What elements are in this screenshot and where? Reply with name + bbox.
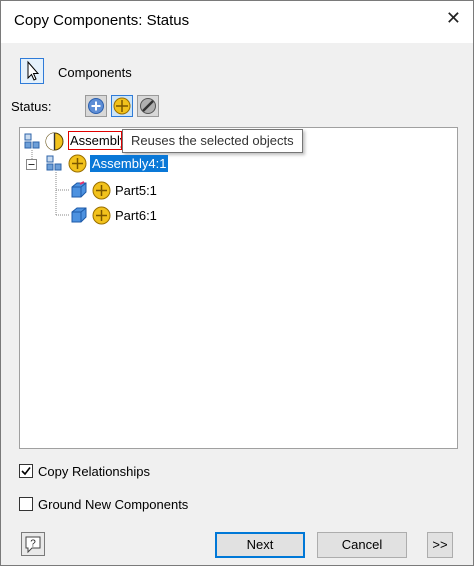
- copy-relationships-checkbox[interactable]: [19, 464, 33, 478]
- select-components-button[interactable]: [20, 58, 44, 84]
- expand-button[interactable]: >>: [427, 532, 453, 558]
- exclude-status-icon: [137, 95, 159, 117]
- minus-box-icon: [26, 159, 37, 170]
- add-status-icon: [85, 95, 107, 117]
- tree-node-assembly[interactable]: Assembly4:1: [90, 155, 169, 172]
- copy-relationships-label[interactable]: Copy Relationships: [38, 464, 150, 479]
- reuse-status-icon[interactable]: [68, 154, 87, 178]
- cancel-button[interactable]: Cancel: [317, 532, 407, 558]
- copy-components-dialog: Copy Components: Status ✕ Components Sta…: [0, 0, 474, 566]
- status-exclude-button[interactable]: [137, 95, 159, 117]
- collapse-toggle[interactable]: [26, 157, 37, 175]
- tree-node-part6[interactable]: Part6:1: [115, 208, 157, 223]
- components-label: Components: [58, 65, 132, 80]
- help-button[interactable]: ?: [21, 532, 45, 556]
- tree-node-part5[interactable]: Part5:1: [115, 183, 157, 198]
- component-tree[interactable]: Assembly Reuses the selected objects Ass…: [19, 127, 458, 449]
- svg-text:?: ?: [30, 539, 36, 550]
- mixed-status-icon: [45, 132, 64, 156]
- checkmark-icon: [21, 467, 31, 476]
- rename-field[interactable]: Assembly: [68, 131, 122, 150]
- reuse-status-icon[interactable]: [92, 181, 111, 205]
- title-bar: Copy Components: Status ✕: [1, 1, 473, 43]
- status-tooltip: Reuses the selected objects: [122, 129, 303, 153]
- assembly-icon: [24, 133, 40, 154]
- next-button[interactable]: Next: [215, 532, 305, 558]
- status-label: Status:: [11, 99, 52, 114]
- part-icon: [70, 181, 88, 204]
- close-button[interactable]: ✕: [446, 8, 461, 29]
- part-icon: [70, 206, 88, 229]
- ground-new-components-checkbox[interactable]: [19, 497, 33, 511]
- assembly-icon: [46, 155, 62, 176]
- ground-new-components-label[interactable]: Ground New Components: [38, 497, 188, 512]
- help-icon: ?: [25, 536, 41, 554]
- status-add-button[interactable]: [85, 95, 107, 117]
- reuse-status-icon[interactable]: [92, 206, 111, 230]
- status-reuse-button[interactable]: [111, 95, 133, 117]
- dialog-title: Copy Components: Status: [14, 12, 190, 29]
- select-arrow-icon: [27, 60, 40, 81]
- reuse-status-icon: [111, 95, 133, 117]
